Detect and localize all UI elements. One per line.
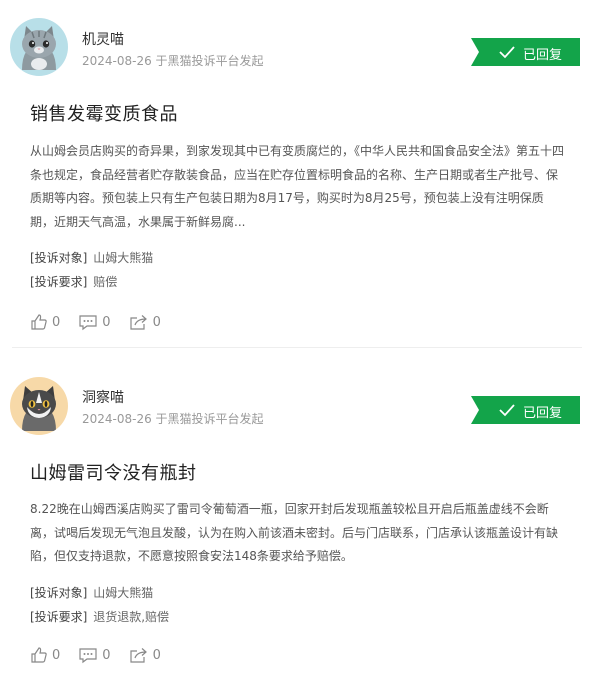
- like-button[interactable]: 0: [30, 313, 60, 331]
- like-count: 0: [52, 314, 61, 330]
- complaint-demand: [投诉要求] 赔偿: [30, 273, 117, 290]
- username[interactable]: 机灵喵: [82, 29, 124, 49]
- comment-icon: [79, 648, 97, 664]
- field-value[interactable]: 山姆大熊猫: [93, 586, 153, 600]
- complaint-content[interactable]: 8.22晚在山姆西溪店购买了雷司令葡萄酒一瓶，回家开封后发现瓶盖较松且开启后瓶盖…: [30, 498, 566, 569]
- complaint-title[interactable]: 销售发霉变质食品: [30, 100, 178, 126]
- post-meta: 2024-08-26 于黑猫投诉平台发起: [82, 412, 264, 426]
- complaint-content[interactable]: 从山姆会员店购买的奇异果，到家发现其中已有变质腐烂的，《中华人民共和国食品安全法…: [30, 140, 566, 234]
- status-badge: 已回复: [471, 38, 580, 66]
- comment-count: 0: [102, 647, 111, 663]
- action-bar: 0 0 0: [30, 646, 179, 664]
- field-label: [投诉对象]: [30, 251, 88, 265]
- share-count: 0: [152, 647, 161, 663]
- status-label: 已回复: [523, 406, 563, 421]
- avatar[interactable]: [10, 377, 68, 435]
- field-label: [投诉对象]: [30, 586, 88, 600]
- username[interactable]: 洞察喵: [82, 387, 124, 407]
- comment-count: 0: [102, 314, 111, 330]
- action-bar: 0 0 0: [30, 313, 179, 331]
- like-count: 0: [52, 647, 61, 663]
- like-button[interactable]: 0: [30, 646, 60, 664]
- field-value[interactable]: 山姆大熊猫: [93, 251, 153, 265]
- brown-cat-avatar-icon: [10, 377, 68, 435]
- status-label: 已回复: [523, 48, 563, 63]
- divider: [12, 347, 582, 348]
- avatar[interactable]: [10, 18, 68, 76]
- field-label: [投诉要求]: [30, 275, 88, 289]
- field-value: 赔偿: [93, 275, 118, 289]
- thumbs-up-icon: [31, 647, 47, 663]
- share-count: 0: [152, 314, 161, 330]
- field-value: 退货退款,赔偿: [93, 610, 170, 624]
- complaint-demand: [投诉要求] 退货退款,赔偿: [30, 608, 169, 625]
- check-icon: [499, 404, 515, 417]
- field-label: [投诉要求]: [30, 610, 88, 624]
- post-meta: 2024-08-26 于黑猫投诉平台发起: [82, 54, 264, 68]
- comment-icon: [79, 315, 97, 331]
- complaint-target: [投诉对象] 山姆大熊猫: [30, 249, 153, 266]
- complaint-card[interactable]: 机灵喵 2024-08-26 于黑猫投诉平台发起 已回复 销售发霉变质食品 从山…: [0, 0, 600, 348]
- share-button[interactable]: 0: [129, 313, 161, 331]
- gray-cat-avatar-icon: [10, 18, 68, 76]
- check-icon: [499, 46, 515, 59]
- share-icon: [129, 648, 147, 663]
- share-button[interactable]: 0: [129, 646, 161, 664]
- complaint-title[interactable]: 山姆雷司令没有瓶封: [30, 459, 197, 485]
- complaint-target: [投诉对象] 山姆大熊猫: [30, 584, 153, 601]
- complaint-card[interactable]: 洞察喵 2024-08-26 于黑猫投诉平台发起 已回复 山姆雷司令没有瓶封 8…: [0, 349, 600, 697]
- thumbs-up-icon: [31, 314, 47, 330]
- status-badge: 已回复: [471, 396, 580, 424]
- share-icon: [129, 315, 147, 330]
- comment-button[interactable]: 0: [78, 313, 111, 331]
- comment-button[interactable]: 0: [78, 646, 111, 664]
